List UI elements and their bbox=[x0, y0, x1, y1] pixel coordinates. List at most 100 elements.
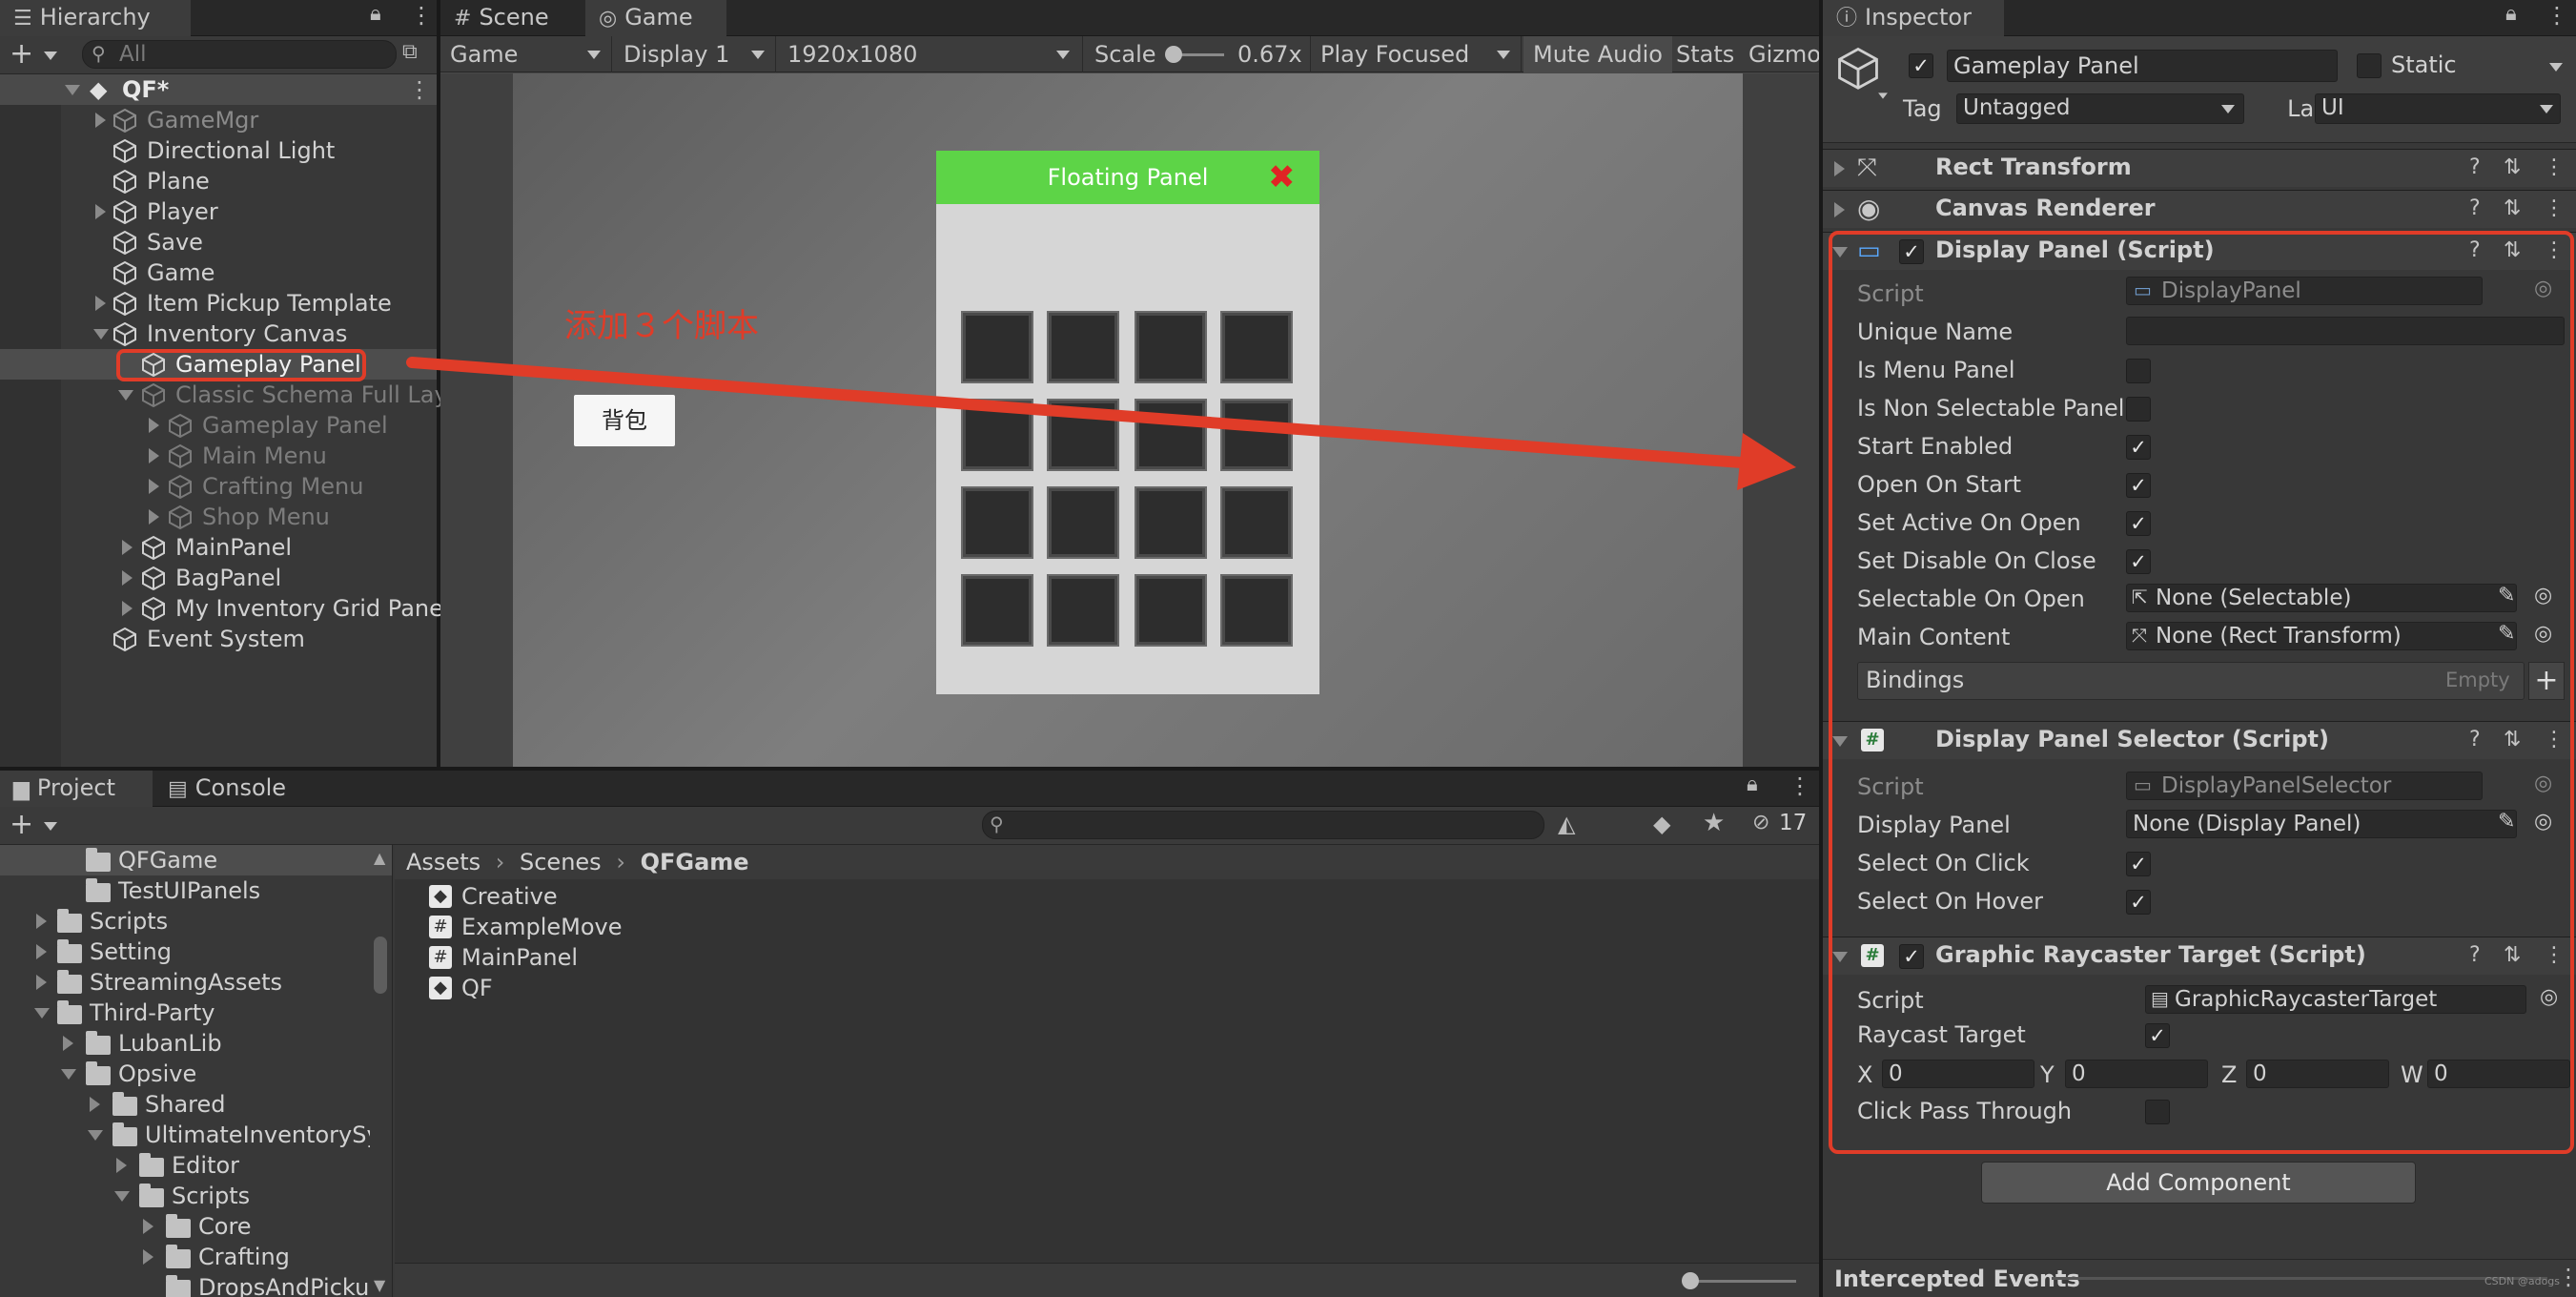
inventory-slot[interactable] bbox=[1222, 576, 1291, 645]
expand-arrow-icon[interactable] bbox=[1834, 161, 1845, 176]
inventory-slot[interactable] bbox=[963, 313, 1032, 381]
tab-project[interactable]: ▆ Project bbox=[0, 771, 153, 807]
hierarchy-item[interactable]: My Inventory Grid Panel bbox=[0, 593, 450, 624]
kebab-menu-icon[interactable]: ⋮ bbox=[2544, 155, 2565, 179]
expand-arrow-icon[interactable] bbox=[143, 1249, 153, 1265]
folder-item[interactable]: Setting bbox=[0, 937, 392, 967]
inventory-slot[interactable] bbox=[1136, 401, 1205, 469]
expand-arrow-icon[interactable] bbox=[65, 85, 80, 95]
inventory-slot[interactable] bbox=[1222, 488, 1291, 557]
asset-item[interactable]: # ExampleMove bbox=[395, 912, 1819, 942]
static-dropdown-arrow-icon[interactable] bbox=[2549, 63, 2563, 72]
inventory-slot[interactable] bbox=[963, 576, 1032, 645]
help-icon[interactable]: ? bbox=[2469, 196, 2481, 220]
breadcrumb-item[interactable]: Scenes bbox=[520, 849, 602, 875]
layer-dropdown[interactable]: UI bbox=[2315, 93, 2561, 124]
preset-icon[interactable]: ⇅ bbox=[2504, 196, 2521, 220]
hierarchy-item[interactable]: Gameplay Panel bbox=[0, 410, 437, 441]
hierarchy-item[interactable]: GameMgr bbox=[0, 105, 437, 135]
tab-scene[interactable]: # Scene bbox=[440, 0, 583, 36]
hierarchy-item[interactable]: Main Menu bbox=[0, 441, 437, 471]
expand-arrow-icon[interactable] bbox=[61, 1069, 76, 1080]
breadcrumb-item-current[interactable]: QFGame bbox=[641, 849, 749, 875]
tab-hierarchy[interactable]: ☰ Hierarchy bbox=[0, 0, 191, 36]
help-icon[interactable]: ? bbox=[2469, 155, 2481, 179]
hierarchy-item[interactable]: Classic Schema Full Lay bbox=[0, 380, 448, 410]
component-rect-transform[interactable]: ⤧ Rect Transform ? ⇅ ⋮ bbox=[1823, 149, 2576, 187]
expand-arrow-icon[interactable] bbox=[116, 1158, 127, 1173]
tag-dropdown[interactable]: Untagged bbox=[1956, 93, 2244, 124]
project-search-input[interactable] bbox=[982, 811, 1544, 839]
hierarchy-item[interactable]: BagPanel bbox=[0, 563, 437, 593]
inventory-slot[interactable] bbox=[963, 401, 1032, 469]
icon-picker-arrow-icon[interactable] bbox=[1878, 93, 1888, 99]
asset-item[interactable]: # MainPanel bbox=[395, 942, 1819, 973]
folder-item[interactable]: Core bbox=[0, 1211, 392, 1242]
expand-arrow-icon[interactable] bbox=[143, 1219, 153, 1234]
folder-item[interactable]: LubanLib bbox=[0, 1028, 392, 1059]
hierarchy-scene-row[interactable]: ◆ QF* ⋮ bbox=[0, 74, 437, 105]
bag-button[interactable]: 背包 bbox=[574, 395, 675, 446]
folder-item[interactable]: StreamingAssets bbox=[0, 967, 392, 998]
resolution-dropdown[interactable]: 1920x1080 bbox=[778, 36, 1083, 72]
expand-arrow-icon[interactable] bbox=[95, 113, 106, 128]
inventory-slot[interactable] bbox=[1049, 401, 1117, 469]
lock-icon[interactable]: 🔒︎ bbox=[370, 2, 381, 26]
inventory-slot[interactable] bbox=[1049, 576, 1117, 645]
stats-toggle[interactable]: Stats bbox=[1666, 36, 1744, 72]
expand-arrow-icon[interactable] bbox=[34, 1008, 50, 1019]
expand-arrow-icon[interactable] bbox=[149, 448, 159, 463]
asset-item[interactable]: ◆ Creative bbox=[395, 881, 1819, 912]
scroll-down-arrow-icon[interactable]: ▼ bbox=[374, 1276, 385, 1294]
folder-item[interactable]: Third-Party bbox=[0, 998, 392, 1028]
gizmos-toggle[interactable]: Gizmos bbox=[1739, 36, 1819, 72]
expand-arrow-icon[interactable] bbox=[36, 975, 47, 990]
expand-arrow-icon[interactable] bbox=[122, 601, 133, 616]
expand-arrow-icon[interactable] bbox=[90, 1097, 100, 1112]
label-filter-icon[interactable]: ◆ bbox=[1653, 811, 1670, 837]
mute-audio-toggle[interactable]: Mute Audio bbox=[1523, 36, 1672, 72]
static-checkbox[interactable] bbox=[2357, 53, 2382, 78]
breadcrumb-item[interactable]: Assets bbox=[406, 849, 480, 875]
hierarchy-item[interactable]: Game bbox=[0, 257, 437, 288]
resize-handle[interactable] bbox=[2052, 1277, 2547, 1280]
kebab-menu-icon[interactable]: ⋮ bbox=[2544, 196, 2565, 220]
scroll-up-arrow-icon[interactable]: ▲ bbox=[374, 849, 385, 867]
expand-arrow-icon[interactable] bbox=[114, 1191, 130, 1202]
folder-item[interactable]: Crafting bbox=[0, 1242, 392, 1272]
inventory-slot[interactable] bbox=[1136, 576, 1205, 645]
expand-arrow-icon[interactable] bbox=[63, 1036, 73, 1051]
folder-item[interactable]: Scripts bbox=[0, 1181, 392, 1211]
kebab-menu-icon[interactable]: ⋮ bbox=[2545, 2, 2568, 29]
preset-icon[interactable]: ⇅ bbox=[2504, 155, 2521, 179]
lock-icon[interactable]: 🔒︎ bbox=[1747, 772, 1758, 796]
inventory-slot[interactable] bbox=[1222, 313, 1291, 381]
folder-item[interactable]: TestUIPanels bbox=[0, 875, 392, 906]
floating-panel-header[interactable]: Floating Panel ✖ bbox=[936, 151, 1319, 204]
tab-console[interactable]: ▤ Console bbox=[154, 771, 317, 807]
expand-arrow-icon[interactable] bbox=[1834, 202, 1845, 217]
object-name-field[interactable]: Gameplay Panel bbox=[1947, 50, 2338, 82]
icon-size-slider-thumb[interactable] bbox=[1682, 1272, 1699, 1289]
object-active-checkbox[interactable]: ✓ bbox=[1909, 53, 1933, 78]
inventory-slot[interactable] bbox=[963, 488, 1032, 557]
component-canvas-renderer[interactable]: ◉ Canvas Renderer ? ⇅ ⋮ bbox=[1823, 190, 2576, 228]
folder-item[interactable]: DropsAndPicku bbox=[0, 1272, 392, 1297]
hierarchy-item[interactable]: Inventory Canvas bbox=[0, 319, 437, 349]
folder-item[interactable]: Editor bbox=[0, 1150, 392, 1181]
expand-arrow-icon[interactable] bbox=[95, 296, 106, 311]
inventory-slot[interactable] bbox=[1136, 488, 1205, 557]
create-asset-button[interactable]: + bbox=[10, 807, 33, 843]
hierarchy-item[interactable]: Item Pickup Template bbox=[0, 288, 437, 319]
play-mode-dropdown[interactable]: Play Focused bbox=[1310, 36, 1522, 72]
hierarchy-item[interactable]: Directional Light bbox=[0, 135, 437, 166]
add-component-button[interactable]: Add Component bbox=[1981, 1162, 2416, 1204]
hierarchy-item[interactable]: Plane bbox=[0, 166, 437, 196]
hierarchy-item[interactable]: Event System bbox=[0, 624, 437, 654]
inventory-slot[interactable] bbox=[1049, 488, 1117, 557]
scale-slider-thumb[interactable] bbox=[1165, 46, 1182, 63]
hierarchy-item[interactable]: Player bbox=[0, 196, 437, 227]
hierarchy-item[interactable]: Save bbox=[0, 227, 437, 257]
asset-item[interactable]: ◆ QF bbox=[395, 973, 1819, 1003]
kebab-menu-icon[interactable]: ⋮ bbox=[410, 2, 433, 29]
